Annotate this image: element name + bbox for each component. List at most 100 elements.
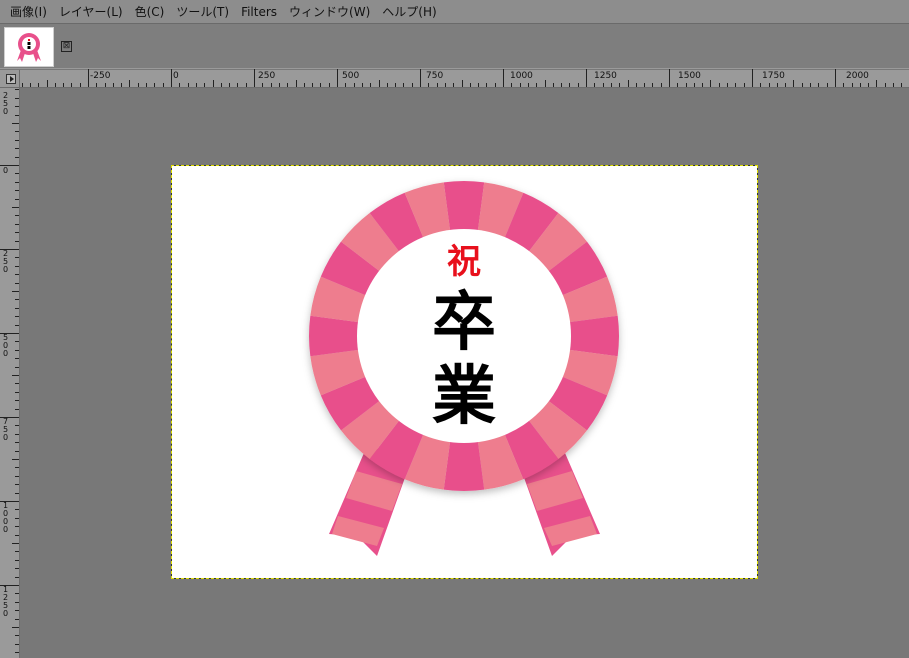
ruler-tick xyxy=(15,182,19,183)
ruler-tick xyxy=(138,83,139,87)
menu-layer[interactable]: レイヤー(L) xyxy=(53,0,129,24)
ruler-tick xyxy=(15,148,19,149)
ruler-tick xyxy=(15,350,19,351)
menu-tools[interactable]: ツール(T) xyxy=(170,0,235,24)
ruler-tick xyxy=(188,83,189,87)
ruler-tick xyxy=(868,83,869,87)
ruler-tick xyxy=(15,400,19,401)
ruler-tick xyxy=(38,83,39,87)
vertical-ruler[interactable]: 250 0 250 500 750 1000 1250 xyxy=(0,88,20,658)
ruler-label: 250 xyxy=(258,71,276,81)
ruler-tick xyxy=(793,80,794,87)
image-tab-thumbnail[interactable] xyxy=(4,27,54,67)
ruler-tick xyxy=(760,83,761,87)
ruler-tick xyxy=(15,610,19,611)
ruler-tick xyxy=(262,83,263,87)
menu-image[interactable]: 画像(I) xyxy=(4,0,53,24)
ruler-tick xyxy=(611,83,612,87)
ruler-tick xyxy=(15,560,19,561)
menu-bar: 画像(I) レイヤー(L) 色(C) ツール(T) Filters ウィンドウ(… xyxy=(0,0,909,24)
ruler-tick xyxy=(279,83,280,87)
ruler-tick xyxy=(818,83,819,87)
canvas-area[interactable]: 祝 卒 業 xyxy=(21,89,909,658)
ruler-label: 2000 xyxy=(846,71,869,81)
ruler-tick xyxy=(379,80,380,87)
ruler-tick xyxy=(345,83,346,87)
ruler-label: 1500 xyxy=(678,71,701,81)
ruler-tick xyxy=(694,83,695,87)
ruler-tick xyxy=(470,83,471,87)
ruler-tick xyxy=(47,80,48,87)
ruler-label: 500 xyxy=(2,333,9,358)
ruler-tick xyxy=(569,83,570,87)
menu-windows[interactable]: ウィンドウ(W) xyxy=(283,0,376,24)
ruler-tick xyxy=(395,83,396,87)
ruler-tick xyxy=(204,83,205,87)
ruler-tick xyxy=(12,207,19,208)
ruler-tick xyxy=(370,83,371,87)
ruler-tick xyxy=(15,383,19,384)
close-tab-icon[interactable]: ⊠ xyxy=(61,41,72,52)
ruler-tick xyxy=(15,434,19,435)
ruler-tick xyxy=(15,224,19,225)
ruler-tick xyxy=(129,80,130,87)
ruler-tick xyxy=(15,341,19,342)
ruler-tick xyxy=(594,83,595,87)
ruler-label: 1000 xyxy=(2,501,9,534)
ruler-tick xyxy=(553,83,554,87)
ruler-tick xyxy=(15,526,19,527)
ruler-tick xyxy=(478,83,479,87)
ruler-tick xyxy=(511,83,512,87)
menu-help[interactable]: ヘルプ(H) xyxy=(376,0,442,24)
ruler-tick xyxy=(12,291,19,292)
ruler-tick xyxy=(15,602,19,603)
ruler-tick xyxy=(337,69,338,87)
ruler-tick xyxy=(827,83,828,87)
quick-mask-toggle[interactable] xyxy=(0,70,20,88)
ruler-tick xyxy=(420,69,421,87)
ruler-tick xyxy=(15,484,19,485)
ruler-tick xyxy=(901,83,902,87)
ruler-tick xyxy=(15,652,19,653)
ruler-tick xyxy=(15,308,19,309)
ruler-tick xyxy=(15,518,19,519)
ruler-tick xyxy=(15,190,19,191)
menu-filters[interactable]: Filters xyxy=(235,0,283,24)
ruler-tick xyxy=(15,644,19,645)
ruler-tick xyxy=(503,69,504,87)
ruler-tick xyxy=(876,80,877,87)
ruler-tick xyxy=(15,392,19,393)
horizontal-ruler[interactable]: -250 0 250 500 750 1000 1250 1500 1750 2000 xyxy=(20,69,909,88)
ruler-tick xyxy=(15,274,19,275)
ruler-tick xyxy=(852,83,853,87)
ruler-tick xyxy=(661,83,662,87)
ruler-tick xyxy=(15,131,19,132)
ruler-tick xyxy=(802,83,803,87)
ruler-tick xyxy=(179,83,180,87)
ruler-tick xyxy=(271,83,272,87)
ruler-tick xyxy=(88,69,89,87)
ruler-tick xyxy=(15,551,19,552)
ruler-tick xyxy=(710,80,711,87)
ruler-tick xyxy=(437,83,438,87)
ruler-tick xyxy=(15,157,19,158)
ruler-tick xyxy=(428,83,429,87)
ruler-tick xyxy=(121,83,122,87)
ruler-tick xyxy=(15,199,19,200)
ruler-tick xyxy=(15,467,19,468)
ruler-tick xyxy=(686,83,687,87)
ruler-tick xyxy=(15,451,19,452)
ruler-tick xyxy=(163,83,164,87)
ruler-tick xyxy=(644,83,645,87)
ruler-tick xyxy=(403,83,404,87)
menu-colors[interactable]: 色(C) xyxy=(129,0,171,24)
ruler-tick xyxy=(769,83,770,87)
ruler-tick xyxy=(15,325,19,326)
image-canvas[interactable]: 祝 卒 業 xyxy=(171,165,758,579)
ruler-tick xyxy=(462,80,463,87)
ruler-tick xyxy=(55,83,56,87)
ruler-tick xyxy=(677,83,678,87)
ruler-tick xyxy=(71,83,72,87)
ruler-tick xyxy=(860,83,861,87)
ruler-tick xyxy=(296,80,297,87)
